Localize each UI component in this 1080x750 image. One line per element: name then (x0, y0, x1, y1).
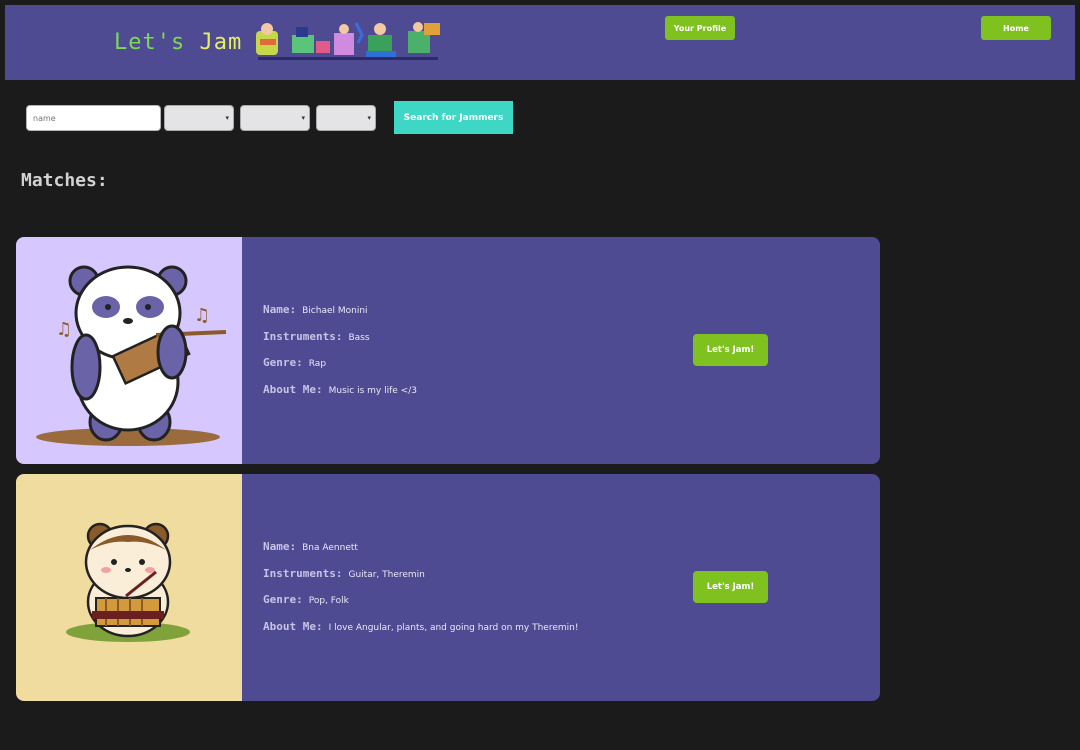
chevron-down-icon: ▾ (225, 114, 229, 122)
name-label: Name: (263, 303, 297, 316)
your-profile-button[interactable]: Your Profile (665, 16, 735, 40)
chevron-down-icon: ▾ (301, 114, 305, 122)
matches-heading: Matches: (21, 170, 108, 191)
about-value: Music is my life </3 (328, 385, 417, 396)
instruments-label: Instruments: (263, 566, 343, 580)
name-value: Bichael Monini (302, 306, 368, 316)
filter-select-1[interactable]: ▾ (164, 105, 234, 131)
panda-avatar-image: ♫ ♫ (16, 237, 242, 464)
instruments-label: Instruments: (263, 329, 343, 343)
filter-select-3[interactable]: ▾ (316, 105, 376, 131)
match-card: ♫ ♫ Name: Bichael Monini Instruments: Bass… (16, 237, 880, 464)
filter-select-2[interactable]: ▾ (240, 105, 310, 131)
lets-jam-button[interactable]: Let's Jam! (693, 334, 768, 366)
about-label: About Me: (263, 619, 323, 633)
match-card: Name: Bna Aennett Instruments: Guitar, The… (16, 474, 880, 701)
instruments-value: Guitar, Theremin (348, 569, 425, 580)
chevron-down-icon: ▾ (367, 114, 371, 122)
genre-value: Rap (308, 359, 327, 369)
instruments-value: Bass (348, 332, 370, 343)
name-search-input[interactable] (26, 105, 161, 131)
about-label: About Me: (263, 382, 323, 396)
brand-logo-text: Let's Jam (114, 30, 242, 55)
svg-text:♫: ♫ (194, 305, 210, 326)
bear-avatar-image (16, 474, 242, 701)
brand-word-1: Let's (114, 30, 186, 55)
search-bar: ▾ ▾ ▾ Search for Jammers (0, 101, 1080, 135)
search-for-jammers-button[interactable]: Search for Jammers (394, 101, 513, 134)
home-button[interactable]: Home (981, 16, 1051, 40)
match-details: Name: Bna Aennett Instruments: Guitar, The… (263, 540, 578, 646)
genre-label: Genre: (263, 356, 303, 369)
brand-word-2: Jam (199, 30, 243, 55)
name-value: Bna Aennett (302, 543, 358, 553)
svg-text:♫: ♫ (56, 319, 72, 340)
lets-jam-button[interactable]: Let's Jam! (693, 571, 768, 603)
genre-value: Pop, Folk (308, 596, 349, 606)
musicians-banner-image (256, 22, 440, 60)
about-value: I love Angular, plants, and going hard o… (328, 622, 579, 633)
header-bar: Let's Jam Your Profile Home (5, 5, 1075, 80)
genre-label: Genre: (263, 593, 303, 606)
name-label: Name: (263, 540, 297, 553)
match-details: Name: Bichael Monini Instruments: Bass Gen… (263, 303, 417, 409)
